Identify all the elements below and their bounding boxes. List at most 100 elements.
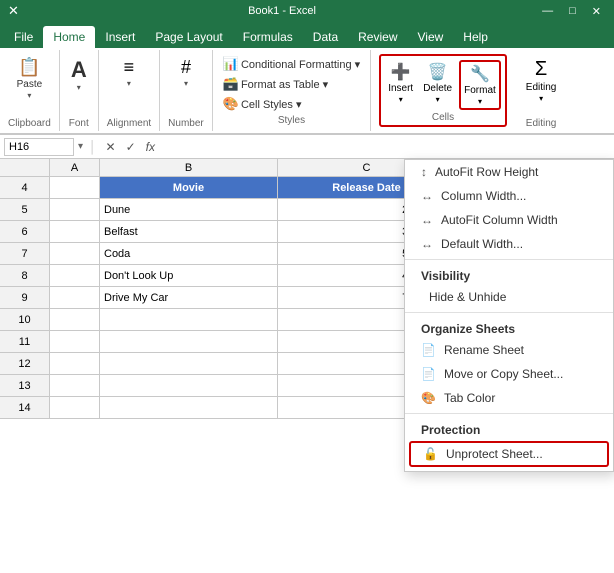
- conditional-formatting-icon: 📊: [223, 56, 239, 72]
- tab-data[interactable]: Data: [303, 26, 348, 48]
- format-arrow: ▾: [478, 97, 482, 106]
- cell-b8[interactable]: Don't Look Up: [100, 265, 278, 287]
- styles-label: Styles: [221, 115, 362, 126]
- minimize-button[interactable]: —: [537, 5, 558, 18]
- rename-sheet-label: Rename Sheet: [444, 343, 524, 357]
- column-width-label: Column Width...: [441, 189, 526, 203]
- tab-insert[interactable]: Insert: [95, 26, 145, 48]
- clipboard-label: Clipboard: [8, 118, 51, 129]
- tab-color-label: Tab Color: [444, 391, 495, 405]
- cell-a9[interactable]: [50, 287, 100, 309]
- cell-a13[interactable]: [50, 375, 100, 397]
- table-row: [50, 309, 456, 331]
- editing-label: Editing: [526, 82, 557, 93]
- autofit-row-label: AutoFit Row Height: [435, 165, 538, 179]
- cell-a7[interactable]: [50, 243, 100, 265]
- row-header-8: 8: [0, 265, 50, 287]
- table-row: Don't Look Up 4/22/2021: [50, 265, 456, 287]
- row-header-12: 12: [0, 353, 50, 375]
- dropdown-separator-3: [405, 413, 613, 414]
- cell-a14[interactable]: [50, 397, 100, 419]
- autofit-col-label: AutoFit Column Width: [441, 213, 558, 227]
- cell-a5[interactable]: [50, 199, 100, 221]
- alignment-button[interactable]: ≡ ▾: [121, 56, 138, 90]
- cell-a10[interactable]: [50, 309, 100, 331]
- tab-help[interactable]: Help: [453, 26, 498, 48]
- number-label: Number: [168, 118, 204, 129]
- cell-styles-button[interactable]: 🎨 Cell Styles ▾: [221, 95, 362, 113]
- format-as-table-button[interactable]: 🗃️ Format as Table ▾: [221, 75, 362, 93]
- cells-label: Cells: [432, 112, 454, 123]
- insert-cells-button[interactable]: ➕ Insert ▾: [385, 60, 416, 106]
- format-dropdown-menu: ↕ AutoFit Row Height ↔ Column Width... ↔…: [404, 159, 614, 472]
- cell-b4[interactable]: Movie: [100, 177, 278, 199]
- cell-a12[interactable]: [50, 353, 100, 375]
- number-button[interactable]: # ▾: [178, 56, 194, 90]
- organize-sheets-section-title: Organize Sheets: [405, 316, 613, 338]
- protection-section-title: Protection: [405, 417, 613, 439]
- cell-a11[interactable]: [50, 331, 100, 353]
- cell-styles-icon: 🎨: [223, 96, 239, 112]
- cells-group-highlight: ➕ Insert ▾ 🗑️ Delete ▾ 🔧 Format ▾ Cells: [379, 54, 507, 127]
- tab-home[interactable]: Home: [43, 26, 95, 48]
- editing-button[interactable]: Σ Editing ▾: [523, 56, 560, 105]
- tab-file[interactable]: File: [4, 26, 43, 48]
- name-box[interactable]: H16: [4, 138, 74, 156]
- cell-b10[interactable]: [100, 309, 278, 331]
- cancel-icon[interactable]: ✕: [103, 140, 119, 154]
- close-button[interactable]: ✕: [587, 5, 606, 18]
- autofit-row-height-item[interactable]: ↕ AutoFit Row Height: [405, 160, 613, 184]
- title-bar: ✕ Book1 - Excel — □ ✕: [0, 0, 614, 22]
- cell-b7[interactable]: Coda: [100, 243, 278, 265]
- table-row: Drive My Car 7/18/2021: [50, 287, 456, 309]
- tab-review[interactable]: Review: [348, 26, 407, 48]
- cell-b5[interactable]: Dune: [100, 199, 278, 221]
- col-header-b: B: [100, 159, 278, 177]
- font-button[interactable]: A ▾: [68, 56, 90, 94]
- row-header-10: 10: [0, 309, 50, 331]
- column-width-item[interactable]: ↔ Column Width...: [405, 184, 613, 208]
- paste-button[interactable]: 📋 Paste ▾: [14, 56, 46, 102]
- function-icon[interactable]: fx: [143, 140, 158, 154]
- format-as-table-icon: 🗃️: [223, 76, 239, 92]
- cell-b12[interactable]: [100, 353, 278, 375]
- cell-b6[interactable]: Belfast: [100, 221, 278, 243]
- tab-page-layout[interactable]: Page Layout: [145, 26, 232, 48]
- confirm-icon[interactable]: ✓: [123, 140, 139, 154]
- default-width-label: Default Width...: [441, 237, 523, 251]
- row-header-6: 6: [0, 221, 50, 243]
- window-controls[interactable]: — □ ✕: [537, 5, 606, 18]
- delete-cells-button[interactable]: 🗑️ Delete ▾: [420, 60, 455, 106]
- table-row: [50, 353, 456, 375]
- unprotect-sheet-item[interactable]: 🔓 Unprotect Sheet...: [409, 441, 609, 467]
- formula-expand-icon[interactable]: ▾: [78, 141, 83, 152]
- dropdown-separator-1: [405, 259, 613, 260]
- default-width-item[interactable]: ↔ Default Width...: [405, 232, 613, 256]
- rename-sheet-item[interactable]: 📄 Rename Sheet: [405, 338, 613, 362]
- cell-b9[interactable]: Drive My Car: [100, 287, 278, 309]
- autofit-column-width-item[interactable]: ↔ AutoFit Column Width: [405, 208, 613, 232]
- tab-color-item[interactable]: 🎨 Tab Color: [405, 386, 613, 410]
- grid-body: 4 5 6 7 8 9 10 11 12 13 14 Movie Release…: [0, 177, 614, 419]
- column-width-icon: ↔: [421, 189, 433, 203]
- editing-group: Σ Editing ▾ Editing: [515, 50, 568, 131]
- tab-view[interactable]: View: [408, 26, 454, 48]
- cell-a4[interactable]: [50, 177, 100, 199]
- cell-a8[interactable]: [50, 265, 100, 287]
- move-copy-sheet-item[interactable]: 📄 Move or Copy Sheet...: [405, 362, 613, 386]
- cell-a6[interactable]: [50, 221, 100, 243]
- clipboard-group: 📋 Paste ▾ Clipboard: [0, 50, 60, 131]
- formula-input[interactable]: [162, 138, 610, 156]
- cell-b11[interactable]: [100, 331, 278, 353]
- tab-formulas[interactable]: Formulas: [233, 26, 303, 48]
- hide-unhide-item[interactable]: Hide & Unhide: [405, 285, 613, 309]
- format-cells-button[interactable]: 🔧 Format ▾: [459, 60, 501, 110]
- font-icon: A: [71, 58, 87, 82]
- tab-color-icon: 🎨: [421, 391, 436, 405]
- cell-b13[interactable]: [100, 375, 278, 397]
- delete-label: Delete: [423, 83, 452, 94]
- maximize-button[interactable]: □: [564, 5, 581, 18]
- cell-b14[interactable]: [100, 397, 278, 419]
- cell-styles-label: Cell Styles ▾: [241, 98, 302, 111]
- conditional-formatting-button[interactable]: 📊 Conditional Formatting ▾: [221, 55, 362, 73]
